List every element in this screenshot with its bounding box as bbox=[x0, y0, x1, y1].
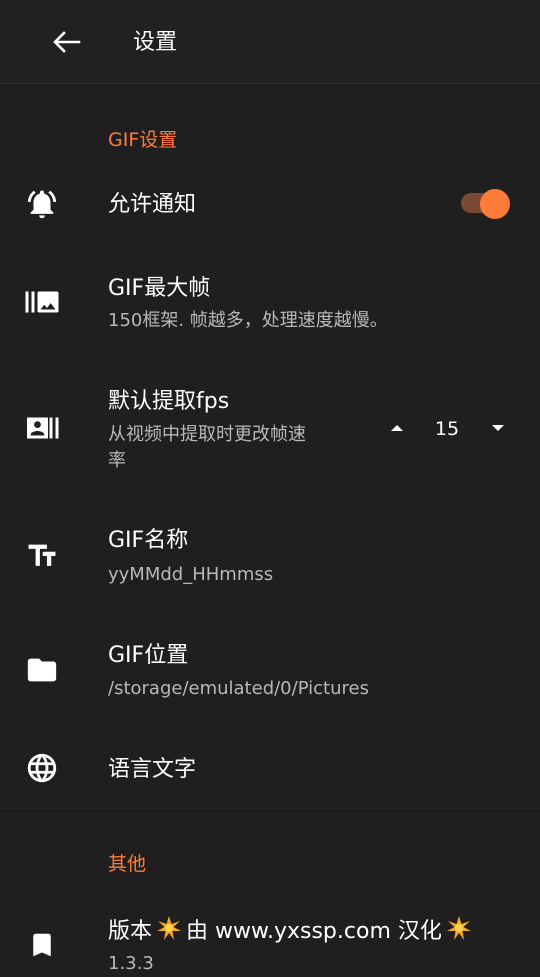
section-header-gif: GIF设置 bbox=[108, 129, 178, 151]
app-bar: 设置 bbox=[0, 0, 540, 84]
sparkle-icon bbox=[156, 915, 182, 950]
setting-version-title: 版本 由 www.yxssp.com 汉化 bbox=[108, 915, 476, 950]
fps-decrease-button[interactable] bbox=[483, 413, 513, 443]
caret-down-icon bbox=[492, 425, 504, 431]
bookmark-icon bbox=[22, 925, 62, 965]
back-button[interactable] bbox=[44, 22, 88, 62]
globe-icon bbox=[22, 748, 62, 788]
fps-increase-button[interactable] bbox=[382, 413, 412, 443]
setting-fps[interactable]: 默认提取fps 从视频中提取时更改帧速 率 15 bbox=[0, 380, 540, 480]
setting-version-subtitle: 1.3.3 bbox=[108, 953, 154, 974]
setting-gif-name[interactable]: GIF名称 yyMMdd_HHmmss bbox=[0, 520, 540, 596]
sparkle-icon bbox=[446, 915, 472, 950]
setting-gif-name-subtitle: yyMMdd_HHmmss bbox=[108, 564, 274, 585]
setting-gif-location-subtitle: /storage/emulated/0/Pictures bbox=[108, 678, 369, 699]
notify-toggle[interactable] bbox=[459, 188, 511, 220]
burst-mode-icon bbox=[22, 282, 62, 322]
setting-language[interactable]: 语言文字 bbox=[0, 740, 540, 800]
setting-gif-location-title: GIF位置 bbox=[108, 643, 189, 668]
setting-max-frames[interactable]: GIF最大帧 150框架. 帧越多，处理速度越慢。 bbox=[0, 266, 540, 342]
setting-fps-subtitle-line1: 从视频中提取时更改帧速 bbox=[108, 424, 306, 445]
folder-icon bbox=[22, 650, 62, 690]
version-label: 版本 bbox=[108, 919, 153, 944]
version-credit: 由 www.yxssp.com 汉化 bbox=[186, 919, 442, 944]
setting-fps-title: 默认提取fps bbox=[108, 389, 230, 414]
contact-card-icon bbox=[22, 408, 62, 448]
page-title: 设置 bbox=[133, 30, 178, 55]
setting-notify-title: 允许通知 bbox=[108, 192, 197, 217]
section-divider bbox=[0, 810, 540, 812]
setting-version[interactable]: 版本 由 www.yxssp.com 汉化 1.3.3 bbox=[0, 905, 540, 974]
setting-language-title: 语言文字 bbox=[108, 757, 197, 782]
toggle-thumb bbox=[480, 189, 510, 219]
setting-gif-name-title: GIF名称 bbox=[108, 528, 189, 553]
setting-max-frames-subtitle: 150框架. 帧越多，处理速度越慢。 bbox=[108, 310, 388, 331]
arrow-left-icon bbox=[53, 31, 81, 53]
setting-notify[interactable]: 允许通知 bbox=[0, 174, 540, 234]
bell-ring-icon bbox=[22, 184, 62, 224]
fps-value: 15 bbox=[434, 418, 460, 440]
setting-gif-location[interactable]: GIF位置 /storage/emulated/0/Pictures bbox=[0, 634, 540, 710]
text-fields-icon bbox=[22, 536, 62, 576]
setting-max-frames-title: GIF最大帧 bbox=[108, 276, 211, 301]
setting-fps-subtitle-line2: 率 bbox=[108, 450, 126, 471]
section-header-other: 其他 bbox=[108, 853, 147, 875]
caret-up-icon bbox=[391, 425, 403, 431]
